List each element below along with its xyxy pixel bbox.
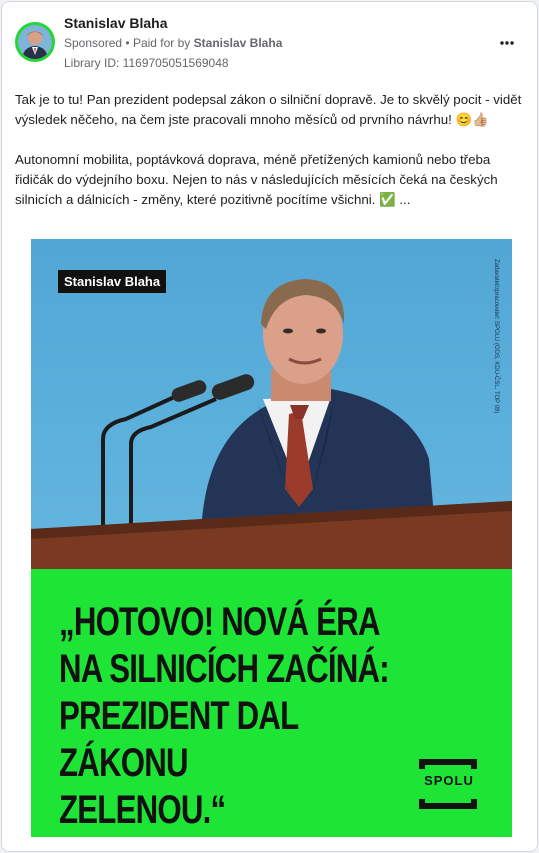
headline-panel: „HOTOVO! NOVÁ ÉRA NA SILNICÍCH ZAČÍNÁ: P… (31, 569, 512, 837)
spolu-logo: SPOLU (424, 773, 474, 788)
sponsored-line: Sponsored • Paid for by Stanislav Blaha (64, 36, 282, 50)
headline-line-4: ZELENOU.“ (59, 788, 226, 832)
headline-line-3: PREZIDENT DAL ZÁKONU (59, 694, 299, 785)
separator-dot: • (125, 36, 133, 50)
post-paragraph-2: Autonomní mobilita, poptávková doprava, … (15, 150, 529, 210)
ad-creative[interactable]: Stanislav Blaha Zadavatel/zpracovatel: S… (31, 239, 512, 837)
post-paragraph-1: Tak je to tu! Pan prezident podepsal zák… (15, 92, 522, 127)
headline-line-1: „HOTOVO! NOVÁ ÉRA (59, 600, 381, 644)
paid-for-prefix: Paid for by (132, 36, 191, 50)
sponsored-label: Sponsored (64, 36, 123, 50)
ad-photo: Stanislav Blaha Zadavatel/zpracovatel: S… (31, 239, 512, 569)
paid-for-name[interactable]: Stanislav Blaha (194, 36, 283, 50)
more-options-icon (500, 41, 514, 45)
headline-line-2: NA SILNICÍCH ZAČÍNÁ: (59, 647, 390, 691)
post-paragraph-2-text: Autonomní mobilita, poptávková doprava, … (15, 152, 498, 207)
library-id: Library ID: 1169705051569048 (64, 56, 229, 70)
advertiser-avatar[interactable] (15, 22, 55, 62)
ad-card: Stanislav Blaha Sponsored • Paid for by … (1, 1, 538, 852)
more-options-button[interactable] (492, 28, 522, 58)
see-more-link[interactable]: ... (399, 192, 410, 207)
advertiser-name[interactable]: Stanislav Blaha (64, 15, 168, 31)
post-header: Stanislav Blaha Sponsored • Paid for by … (2, 2, 537, 80)
ad-credit: Zadavatel/zpracovatel: SPOLU (ODS, KDU-Č… (493, 259, 499, 414)
speaker-name-tag: Stanislav Blaha (58, 270, 167, 293)
headline: „HOTOVO! NOVÁ ÉRA NA SILNICÍCH ZAČÍNÁ: P… (59, 599, 418, 834)
avatar-photo (18, 25, 52, 59)
post-text: Tak je to tu! Pan prezident podepsal zák… (15, 90, 529, 210)
